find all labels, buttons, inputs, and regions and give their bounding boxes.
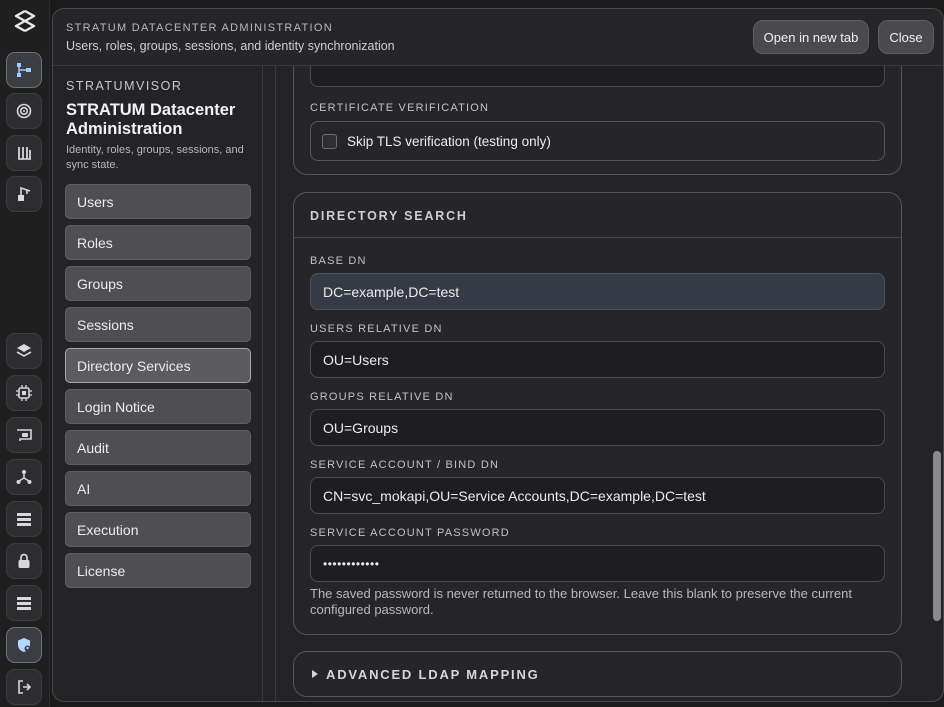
users-dn-label: USERS RELATIVE DN — [310, 323, 443, 335]
admin-modal: STRATUM DATACENTER ADMINISTRATION Users,… — [52, 8, 944, 702]
sidebar-item-login-notice[interactable]: Login Notice — [65, 389, 251, 424]
divider — [294, 237, 901, 238]
advanced-ldap-mapping-toggle[interactable]: ADVANCED LDAP MAPPING — [293, 651, 902, 697]
server-list-icon[interactable] — [6, 585, 42, 621]
directory-search-card: DIRECTORY SEARCH BASE DN DC=example,DC=t… — [293, 192, 902, 635]
sidebar-item-audit[interactable]: Audit — [65, 430, 251, 465]
admin-sidebar: STRATUMVISOR STRATUM Datacenter Administ… — [53, 66, 263, 701]
modal-eyebrow: STRATUM DATACENTER ADMINISTRATION — [66, 22, 333, 34]
base-dn-input[interactable]: DC=example,DC=test — [310, 273, 885, 310]
target-icon[interactable] — [6, 93, 42, 129]
sidebar-item-directory-services[interactable]: Directory Services — [65, 348, 251, 383]
sidebar-item-sessions[interactable]: Sessions — [65, 307, 251, 342]
groups-dn-input[interactable]: OU=Groups — [310, 409, 885, 446]
gpu-card-icon[interactable] — [6, 417, 42, 453]
sidebar-item-groups[interactable]: Groups — [65, 266, 251, 301]
sidebar-description: Identity, roles, groups, sessions, and s… — [66, 144, 244, 171]
sidebar-item-execution[interactable]: Execution — [65, 512, 251, 547]
sidebar-item-users[interactable]: Users — [65, 184, 251, 219]
settings-content: CERTIFICATE VERIFICATION Skip TLS verifi… — [275, 66, 923, 701]
advanced-ldap-mapping-title: ADVANCED LDAP MAPPING — [326, 666, 540, 682]
directory-search-title: DIRECTORY SEARCH — [310, 209, 468, 223]
connection-card: CERTIFICATE VERIFICATION Skip TLS verifi… — [293, 66, 902, 175]
previous-field-input[interactable] — [310, 66, 885, 87]
content-scrollbar[interactable] — [930, 66, 943, 701]
skip-tls-row[interactable]: Skip TLS verification (testing only) — [310, 121, 885, 161]
users-dn-input[interactable]: OU=Users — [310, 341, 885, 378]
bind-dn-input[interactable]: CN=svc_mokapi,OU=Service Accounts,DC=exa… — [310, 477, 885, 514]
network-icon[interactable] — [6, 459, 42, 495]
sidebar-item-ai[interactable]: AI — [65, 471, 251, 506]
sidebar-nav: Users Roles Groups Sessions Directory Se… — [65, 184, 251, 594]
logout-icon[interactable] — [6, 669, 42, 705]
sidebar-title: STRATUM Datacenter Administration — [66, 101, 236, 138]
layers-icon[interactable] — [6, 333, 42, 369]
groups-dn-label: GROUPS RELATIVE DN — [310, 391, 454, 403]
shield-user-icon[interactable] — [6, 627, 42, 663]
lock-icon[interactable] — [6, 543, 42, 579]
password-hint: The saved password is never returned to … — [310, 586, 852, 617]
skip-tls-label: Skip TLS verification (testing only) — [347, 133, 551, 149]
crane-icon[interactable] — [6, 176, 42, 212]
chip-icon[interactable] — [6, 375, 42, 411]
caret-right-icon — [312, 670, 318, 678]
sidebar-item-roles[interactable]: Roles — [65, 225, 251, 260]
modal-header: STRATUM DATACENTER ADMINISTRATION Users,… — [53, 9, 943, 66]
close-button[interactable]: Close — [878, 20, 934, 54]
password-input[interactable]: •••••••••••• — [310, 545, 885, 582]
icon-rail — [0, 0, 50, 707]
topology-icon[interactable] — [6, 52, 42, 88]
sidebar-item-license[interactable]: License — [65, 553, 251, 588]
sidebar-brand: STRATUMVISOR — [66, 79, 183, 93]
skip-tls-checkbox[interactable] — [322, 133, 337, 149]
password-label: SERVICE ACCOUNT PASSWORD — [310, 527, 510, 539]
stratum-logo-icon[interactable] — [12, 9, 38, 35]
list-icon[interactable] — [6, 501, 42, 537]
base-dn-label: BASE DN — [310, 255, 367, 267]
scrollbar-thumb[interactable] — [933, 451, 941, 621]
certificate-label: CERTIFICATE VERIFICATION — [310, 102, 490, 114]
open-new-tab-button[interactable]: Open in new tab — [753, 20, 869, 54]
rack-icon[interactable] — [6, 135, 42, 171]
bind-dn-label: SERVICE ACCOUNT / BIND DN — [310, 459, 500, 471]
modal-subtitle: Users, roles, groups, sessions, and iden… — [66, 39, 395, 53]
